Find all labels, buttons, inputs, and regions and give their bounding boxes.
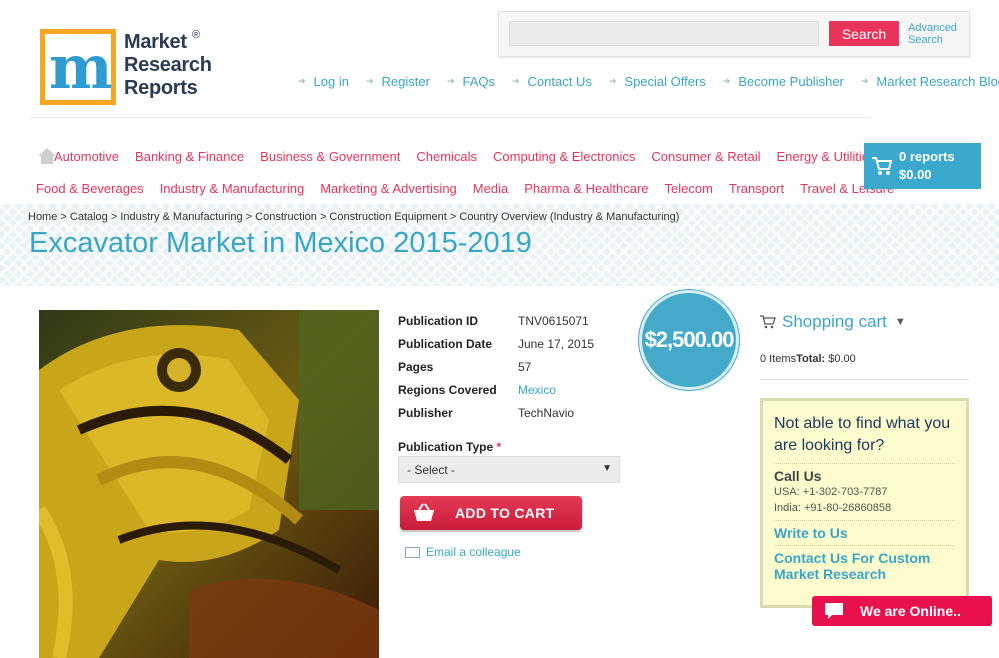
arrow-icon: ➔ — [608, 76, 617, 86]
category-row-1: Automotive Banking & Finance Business & … — [36, 140, 875, 172]
category-link[interactable]: Computing & Electronics — [493, 149, 635, 164]
chevron-down-icon: ▼ — [894, 316, 906, 328]
blog-link[interactable]: ➔ Market Research Blog — [861, 74, 999, 89]
cart-totals: 0 ItemsTotal: $0.00 — [760, 353, 856, 365]
breadcrumb[interactable]: Home > Catalog > Industry & Manufacturin… — [28, 211, 679, 223]
site-logo[interactable]: m Market Research Reports ® — [40, 29, 212, 109]
contact-us-link[interactable]: ➔ Contact Us — [512, 74, 592, 89]
region-link[interactable]: Mexico — [518, 383, 556, 397]
publication-type-label: Publication Type * — [398, 440, 502, 454]
detail-row: Publication ID TNV0615071 — [398, 313, 589, 328]
category-link[interactable]: Automotive — [54, 149, 119, 164]
category-link[interactable]: Marketing & Advertising — [320, 181, 457, 196]
custom-research-link[interactable]: Contact Us For Custom Market Research — [774, 545, 955, 582]
special-offers-link[interactable]: ➔ Special Offers — [609, 74, 706, 89]
registered-mark: ® — [192, 29, 201, 41]
detail-row: Publication Date June 17, 2015 — [398, 336, 595, 351]
excavator-image — [39, 310, 379, 658]
page-title: Excavator Market in Mexico 2015-2019 — [29, 227, 532, 259]
email-colleague-link[interactable]: Email a colleague — [405, 545, 521, 559]
detail-row: Pages 57 — [398, 359, 532, 374]
category-nav: Automotive Banking & Finance Business & … — [36, 140, 894, 204]
arrow-icon: ➔ — [722, 76, 731, 86]
help-title: Not able to find what you are looking fo… — [774, 415, 951, 454]
search-button[interactable]: Search — [829, 21, 899, 46]
header-divider — [30, 117, 870, 118]
faqs-link[interactable]: ➔ FAQs — [447, 74, 495, 89]
category-link[interactable]: Pharma & Healthcare — [524, 181, 648, 196]
category-link[interactable]: Banking & Finance — [135, 149, 244, 164]
write-to-us-link[interactable]: Write to Us — [774, 520, 955, 541]
divider — [760, 379, 969, 380]
category-link[interactable]: Media — [473, 181, 508, 196]
logo-mark: m — [40, 29, 116, 105]
category-link[interactable]: Industry & Manufacturing — [160, 181, 305, 196]
login-link[interactable]: ➔ Log in — [298, 74, 349, 89]
top-links: ➔ Log in ➔ Register ➔ FAQs ➔ Contact Us ➔ Spe… — [298, 74, 999, 89]
cart-summary: 0 reports $0.00 — [899, 149, 955, 182]
envelope-icon — [405, 546, 420, 558]
title-band: Home > Catalog > Industry & Manufacturin… — [0, 204, 999, 286]
advanced-search-link[interactable]: Advanced Search — [908, 22, 957, 46]
add-to-cart-button[interactable]: ADD TO CART — [400, 496, 582, 530]
category-row-2: Food & Beverages Industry & Manufacturin… — [36, 172, 894, 204]
call-us-section: Call Us USA: +1-302-703-7787 India: +91-… — [774, 463, 955, 516]
search-bar: Search Advanced Search — [498, 11, 970, 57]
arrow-icon: ➔ — [860, 76, 869, 86]
search-input[interactable] — [509, 21, 819, 46]
category-link[interactable]: Transport — [729, 181, 784, 196]
category-link[interactable]: Food & Beverages — [36, 181, 144, 196]
header-cart[interactable]: 0 reports $0.00 — [864, 143, 981, 189]
category-link[interactable]: Chemicals — [416, 149, 477, 164]
arrow-icon: ➔ — [298, 76, 306, 86]
detail-row: Publisher TechNavio — [398, 405, 575, 420]
live-chat-button[interactable]: We are Online.. — [812, 596, 992, 626]
help-box: Not able to find what you are looking fo… — [760, 398, 969, 608]
publication-details: Publication ID TNV0615071 Publication Dat… — [398, 309, 594, 424]
product-image — [39, 310, 379, 658]
become-publisher-link[interactable]: ➔ Become Publisher — [723, 74, 844, 89]
cart-icon — [872, 157, 893, 175]
page: m Market Research Reports ® Search Advan… — [0, 0, 999, 658]
publication-type-select[interactable]: - Select - ▼ — [398, 456, 620, 483]
arrow-icon: ➔ — [446, 76, 455, 86]
arrow-icon: ➔ — [512, 76, 520, 86]
logo-text: Market Research Reports — [124, 31, 212, 99]
category-link[interactable]: Business & Government — [260, 149, 400, 164]
category-link[interactable]: Consumer & Retail — [651, 149, 760, 164]
category-link[interactable]: Telecom — [665, 181, 713, 196]
chat-bubble-icon — [825, 603, 843, 619]
dropdown-caret-icon: ▼ — [602, 463, 612, 474]
price-badge: $2,500.00 — [639, 290, 739, 390]
arrow-icon: ➔ — [365, 76, 374, 86]
detail-row: Regions Covered Mexico — [398, 382, 557, 397]
cart-icon — [760, 315, 776, 329]
register-link[interactable]: ➔ Register — [366, 74, 430, 89]
shopping-cart-header[interactable]: Shopping cart ▼ — [760, 312, 906, 332]
category-link[interactable]: Energy & Utilities — [777, 149, 876, 164]
basket-icon — [414, 503, 434, 521]
